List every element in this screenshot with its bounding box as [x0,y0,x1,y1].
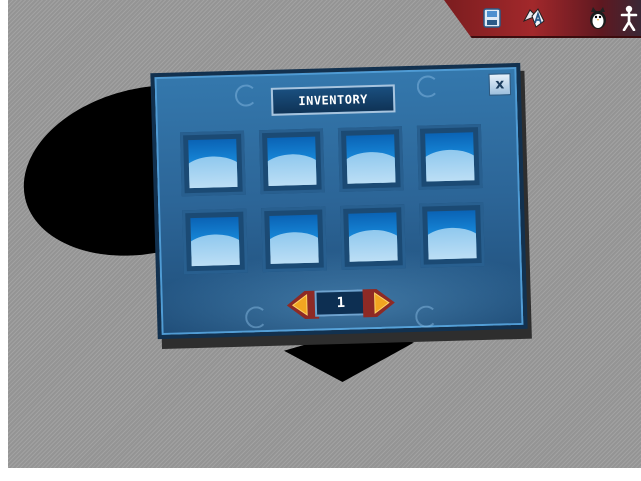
swirl-ornament [234,84,258,107]
page-navigator: 1 [284,286,397,321]
inventory-slot[interactable] [419,201,485,268]
inventory-slot[interactable] [340,204,406,270]
slot-background [188,138,238,189]
save-button[interactable] [480,5,504,31]
close-button[interactable]: x [488,73,512,96]
penguin-icon [590,7,606,29]
slot-background [425,132,475,182]
penguin-button[interactable] [586,5,610,31]
slot-background [346,134,396,184]
inventory-slot[interactable] [416,124,483,190]
inventory-title: INVENTORY [270,84,396,116]
save-icon [483,8,501,28]
game-scene: INVENTORY x 1 [8,0,641,468]
next-page-button[interactable] [362,286,397,319]
player-figure-icon [620,5,638,31]
slot-background [348,212,398,262]
slot-background [267,136,317,186]
cards-button[interactable] [522,5,546,31]
inventory-slot[interactable] [337,126,404,192]
inventory-slot[interactable] [182,208,248,275]
slot-background [269,214,319,264]
top-toolbar [444,0,641,38]
swirl-ornament [416,75,440,98]
inventory-window: INVENTORY x 1 [150,62,532,349]
character-button[interactable] [617,5,641,31]
inventory-slot[interactable] [258,128,325,195]
inventory-grid [179,124,494,275]
inventory-panel: INVENTORY x 1 [150,62,528,340]
page-number: 1 [314,289,368,317]
slot-background [190,216,240,267]
arrow-right-icon [362,288,395,318]
inventory-slot[interactable] [179,130,246,197]
inventory-slot[interactable] [261,206,327,273]
card-deck-icon [522,8,545,28]
slot-background [427,210,477,260]
